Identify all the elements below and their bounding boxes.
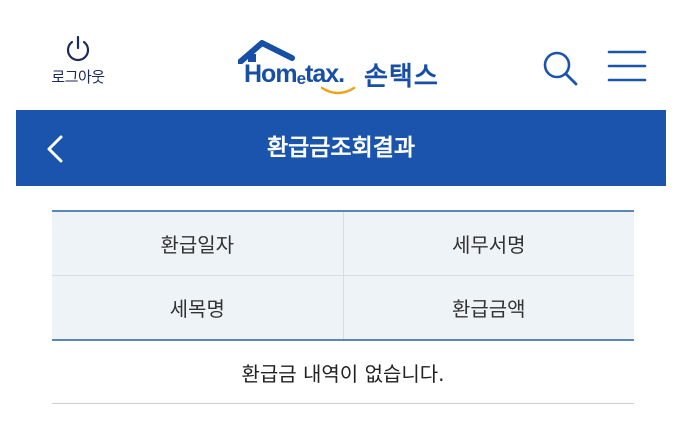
header-refund-date: 환급일자 [52, 210, 344, 276]
logo-e-text: e [296, 69, 307, 88]
title-bar: 환급금조회결과 [16, 110, 666, 186]
chevron-left-icon [47, 135, 63, 163]
logo-wordmark: Hometax. [244, 60, 345, 89]
table-header-row: 환급일자 세무서명 [52, 210, 634, 276]
refund-result-table: 환급일자 세무서명 세목명 환급금액 환급금 내역이 없습니다. [52, 210, 634, 404]
header-tax-item: 세목명 [52, 275, 344, 341]
header-tax-office: 세무서명 [343, 210, 634, 276]
header-refund-amount: 환급금액 [343, 275, 634, 341]
menu-icon [607, 50, 647, 82]
empty-message: 환급금 내역이 없습니다. [52, 340, 634, 404]
logout-button[interactable]: 로그아웃 [38, 34, 118, 87]
power-icon [66, 35, 90, 62]
search-button[interactable] [540, 48, 580, 88]
table-header-row: 세목명 환급금액 [52, 275, 634, 341]
logout-label: 로그아웃 [51, 68, 105, 86]
search-icon [543, 51, 578, 86]
table-row: 환급금 내역이 없습니다. [52, 340, 634, 404]
menu-button[interactable] [606, 48, 648, 84]
logo-swoosh-icon [320, 86, 356, 95]
logo-tax-text: tax. [305, 60, 345, 88]
back-button[interactable] [42, 134, 70, 164]
page-title: 환급금조회결과 [266, 135, 416, 161]
hometax-logo[interactable]: Hometax. 손택스 [236, 40, 466, 96]
screen: 로그아웃 Hometax. 손택스 환급금조회결과 환급일자 세무서명 세목명 … [0, 0, 694, 434]
logo-home-text: Hom [244, 60, 298, 88]
top-header: 로그아웃 Hometax. 손택스 [0, 0, 694, 110]
logo-korean-text: 손택스 [364, 62, 439, 92]
